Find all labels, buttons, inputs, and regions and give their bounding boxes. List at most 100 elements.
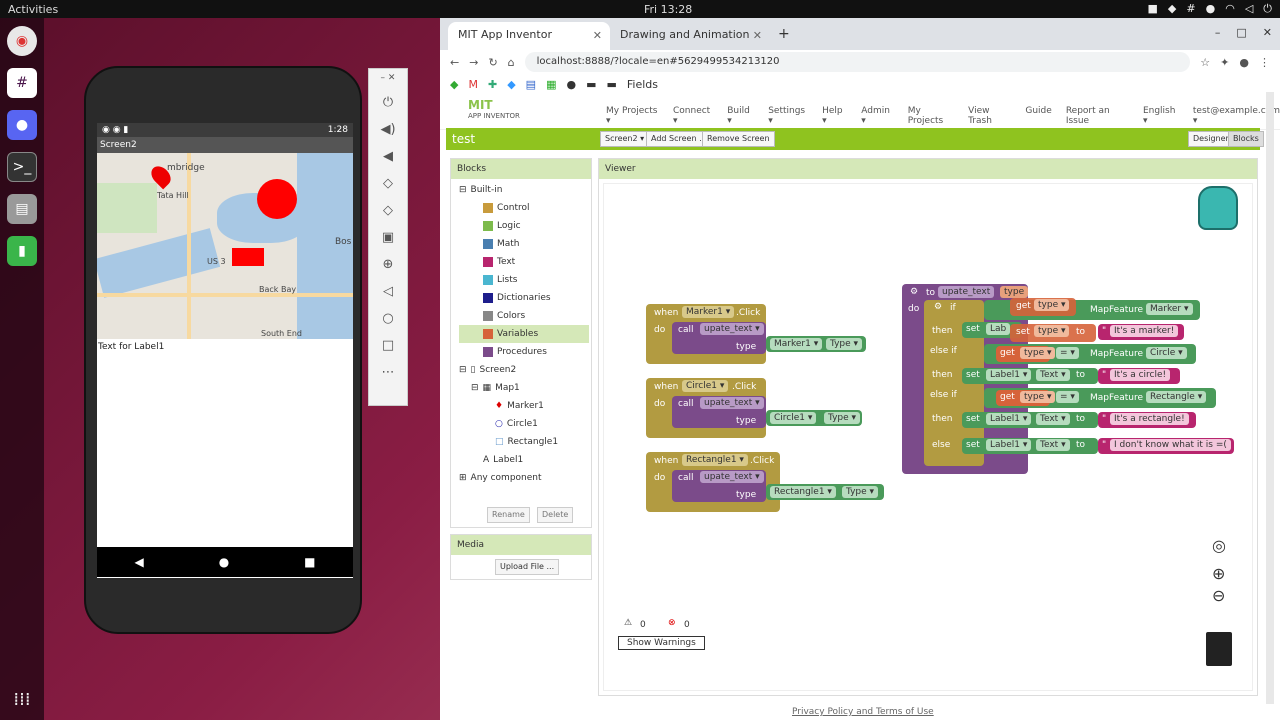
folder-icon[interactable]: ▬ [586, 78, 596, 91]
link-my-projects[interactable]: My Projects [908, 106, 954, 126]
link-view-trash[interactable]: View Trash [968, 106, 1011, 126]
label1-dropdown[interactable]: Label1 ▾ [986, 439, 1032, 451]
files-icon[interactable]: ▤ [7, 194, 37, 224]
reload-icon[interactable]: ↻ [488, 56, 497, 69]
dropbox-icon[interactable]: ◆ [1168, 2, 1176, 16]
label-dropdown-truncated[interactable]: Lab [986, 323, 1011, 335]
trash-icon[interactable] [1206, 632, 1232, 666]
activities-button[interactable]: Activities [8, 3, 58, 16]
menu-help[interactable]: Help ▾ [822, 106, 847, 126]
designer-button[interactable]: Designer [1188, 131, 1234, 147]
slack-icon[interactable]: # [7, 68, 37, 98]
back-icon[interactable]: ◀ [134, 555, 143, 569]
builtin-lists[interactable]: Lists [459, 271, 589, 289]
gmail-icon[interactable]: M [468, 78, 478, 91]
type-prop-dropdown[interactable]: Type ▾ [842, 486, 879, 498]
new-tab-icon[interactable]: + [778, 26, 790, 42]
circle1[interactable] [257, 179, 297, 219]
type-prop-dropdown[interactable]: Type ▾ [824, 412, 861, 424]
bookmark-icon[interactable]: ✚ [488, 78, 497, 91]
extensions-icon[interactable]: ✦ [1220, 56, 1229, 69]
string-marker[interactable]: It's a marker! [1110, 325, 1179, 337]
zoom-in-icon[interactable]: ⊕ [1212, 564, 1225, 583]
volume-down-icon[interactable]: ◀ [383, 149, 393, 164]
recents-icon[interactable]: ■ [304, 555, 315, 569]
github-icon[interactable]: ● [566, 78, 576, 91]
equals-dropdown[interactable]: = ▾ [1056, 391, 1079, 403]
tree-builtin[interactable]: ⊟ Built-in [459, 181, 589, 199]
proc-dropdown[interactable]: upate_text ▾ [700, 397, 764, 409]
rotate-left-icon[interactable]: ◇ [383, 176, 393, 191]
menu-settings[interactable]: Settings ▾ [768, 106, 808, 126]
chrome-icon[interactable]: ◉ [7, 26, 37, 56]
type-prop-dropdown[interactable]: Type ▾ [826, 338, 863, 350]
power-icon[interactable]: ⏻ [1263, 2, 1272, 16]
gear-icon[interactable]: ⚙ [934, 302, 942, 312]
zoom-out-icon[interactable]: ⊖ [1212, 586, 1225, 605]
tree-screen2[interactable]: ⊟ ▯ Screen2 [459, 361, 589, 379]
text-prop-dropdown[interactable]: Text ▾ [1036, 413, 1070, 425]
show-warnings-button[interactable]: Show Warnings [618, 636, 705, 650]
tree-label1[interactable]: A Label1 [459, 451, 589, 469]
rotate-right-icon[interactable]: ◇ [383, 203, 393, 218]
builtin-variables[interactable]: Variables [459, 325, 589, 343]
camera-icon[interactable]: ▣ [382, 230, 394, 245]
menu-connect[interactable]: Connect ▾ [673, 106, 713, 126]
proc-dropdown[interactable]: upate_text ▾ [700, 323, 764, 335]
home-icon[interactable]: ○ [382, 311, 393, 326]
mapfeature-rectangle-dropdown[interactable]: Rectangle ▾ [1146, 391, 1207, 403]
bookmark-icon[interactable]: ◆ [507, 78, 515, 91]
volume-icon[interactable]: ◁ [1245, 2, 1253, 16]
menu-language[interactable]: English ▾ [1143, 106, 1179, 126]
delete-button[interactable]: Delete [537, 507, 574, 523]
close-icon[interactable]: ✕ [593, 29, 602, 42]
rectangle1[interactable] [232, 248, 264, 266]
home-icon[interactable]: ⌂ [508, 56, 515, 69]
builtin-logic[interactable]: Logic [459, 217, 589, 235]
type-var-dropdown[interactable]: type ▾ [1034, 325, 1070, 337]
label1-dropdown[interactable]: Label1 ▾ [986, 369, 1032, 381]
builtin-math[interactable]: Math [459, 235, 589, 253]
menu-icon[interactable]: ⋮ [1259, 56, 1270, 69]
blocks-button[interactable]: Blocks [1228, 131, 1264, 147]
remove-screen-button[interactable]: Remove Screen [702, 131, 775, 147]
close-icon[interactable]: ✕ [1263, 26, 1272, 39]
label1-dropdown[interactable]: Label1 ▾ [986, 413, 1032, 425]
gear-icon[interactable]: ⚙ [910, 287, 918, 297]
tree-circle1[interactable]: ○ Circle1 [459, 415, 589, 433]
screen-select-button[interactable]: Screen2 ▾ [600, 131, 650, 147]
discord-icon[interactable]: ● [1206, 2, 1216, 16]
marker1-dropdown[interactable]: Marker1 ▾ [770, 338, 823, 350]
forward-icon[interactable]: → [469, 56, 478, 69]
app-inventor-logo[interactable]: MIT APP INVENTOR [468, 98, 520, 120]
string-dont-know[interactable]: I don't know what it is =( [1110, 439, 1231, 451]
builtin-colors[interactable]: Colors [459, 307, 589, 325]
url-field[interactable]: localhost:8888/?locale=en#56294995342131… [524, 52, 1191, 72]
text-prop-dropdown[interactable]: Text ▾ [1036, 439, 1070, 451]
minimize-icon[interactable]: – [1215, 26, 1221, 39]
map1[interactable]: mbridge Tata Hill US 3 Back Bay South En… [97, 153, 353, 339]
builtin-control[interactable]: Control [459, 199, 589, 217]
type-var-dropdown[interactable]: type ▾ [1020, 347, 1056, 359]
zoom-icon[interactable]: ⊕ [383, 257, 394, 272]
back-icon[interactable]: ◁ [383, 284, 393, 299]
camera-icon[interactable]: ■ [1148, 2, 1158, 16]
terminal-icon[interactable]: >_ [7, 152, 37, 182]
menu-admin[interactable]: Admin ▾ [861, 106, 894, 126]
equals-dropdown[interactable]: = ▾ [1056, 347, 1079, 359]
clock[interactable]: Fri 13:28 [644, 3, 692, 16]
more-icon[interactable]: ⋯ [382, 365, 395, 380]
show-apps-icon[interactable]: ⁞⁞⁞ [13, 689, 30, 710]
tree-map1[interactable]: ⊟ ▦ Map1 [459, 379, 589, 397]
profile-avatar[interactable]: ● [1239, 56, 1249, 69]
mapfeature-circle-dropdown[interactable]: Circle ▾ [1146, 347, 1187, 359]
circle1-dropdown[interactable]: Circle1 ▾ [682, 380, 729, 392]
tree-marker1[interactable]: ♦ Marker1 [459, 397, 589, 415]
rename-button[interactable]: Rename [487, 507, 530, 523]
builtin-dictionaries[interactable]: Dictionaries [459, 289, 589, 307]
blocks-workspace[interactable]: when Marker1 ▾ .Click do call upate_text… [603, 183, 1253, 691]
mapfeature-marker-dropdown[interactable]: Marker ▾ [1146, 303, 1193, 315]
close-icon[interactable]: ✕ [753, 29, 762, 42]
rectangle1-dropdown[interactable]: Rectangle1 ▾ [770, 486, 836, 498]
page-scrollbar[interactable] [1266, 92, 1274, 704]
